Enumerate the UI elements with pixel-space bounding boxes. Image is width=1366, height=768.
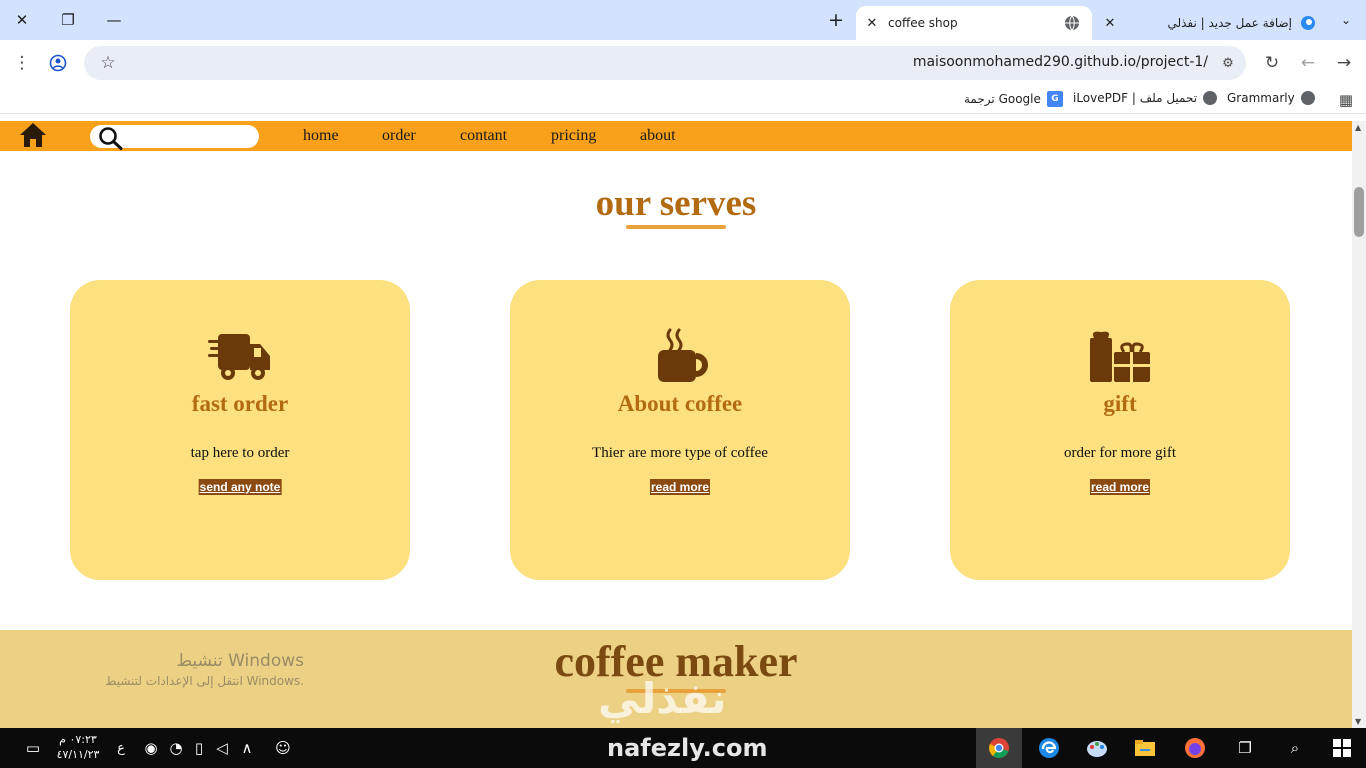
site-settings-icon[interactable]: ⚙	[1216, 51, 1240, 75]
nav-link-pricing[interactable]: pricing	[551, 127, 596, 145]
send-note-button[interactable]: send any note	[198, 479, 282, 495]
taskbar-clock[interactable]: ٠٧:٢٣ م ٤٧/١١/٢٣	[56, 732, 100, 762]
tab-coffee-shop[interactable]: ✕ coffee shop	[856, 6, 1092, 40]
clock-date: ٤٧/١١/٢٣	[56, 748, 100, 761]
service-card-about-coffee: About coffee Thier are more type of coff…	[510, 280, 850, 580]
reload-icon[interactable]: ↻	[1260, 51, 1284, 75]
gift-icon	[1090, 331, 1150, 382]
card-description: tap here to order	[190, 445, 290, 461]
window-restore-icon[interactable]: ❐	[56, 8, 80, 32]
clock-time: ٠٧:٢٣ م	[59, 733, 97, 746]
card-description: Thier are more type of coffee	[592, 445, 768, 461]
read-more-button[interactable]: read more	[1089, 479, 1151, 495]
bookmark-label: Grammarly	[1227, 91, 1295, 105]
window-close-icon[interactable]: ✕	[10, 8, 34, 32]
globe-icon	[1300, 91, 1315, 105]
nav-link-home[interactable]: home	[303, 127, 339, 145]
bookmarks-bar: ▦ Grammarly iLovePDF | تحميل ملف ترجمة G…	[0, 86, 1366, 114]
chrome-icon[interactable]	[988, 737, 1010, 759]
battery-icon[interactable]: ▯	[188, 737, 210, 759]
windows-start-icon[interactable]	[1331, 737, 1353, 759]
globe-icon	[1203, 91, 1218, 105]
tab-close-icon[interactable]: ✕	[1102, 15, 1118, 31]
wifi-icon[interactable]: ◔	[165, 737, 187, 759]
serves-title-underline	[626, 225, 726, 229]
bookmark-star-icon[interactable]: ☆	[96, 51, 120, 75]
tab-nafezly[interactable]: ✕ إضافة عمل جديد | نفذلي	[1100, 6, 1326, 40]
volume-icon[interactable]: ◁	[211, 737, 233, 759]
menu-dots-icon[interactable]: ⋮	[10, 51, 34, 75]
page-viewport: home order contant pricing about our ser…	[0, 114, 1352, 728]
globe-icon	[1065, 15, 1079, 31]
google-translate-icon: G	[1046, 91, 1063, 107]
edge-icon[interactable]	[1038, 737, 1060, 759]
coffee-mug-icon	[658, 328, 708, 382]
search-icon[interactable]	[98, 126, 124, 150]
paint-icon[interactable]	[1086, 737, 1108, 759]
notifications-icon[interactable]: ▭	[22, 737, 44, 759]
browser-toolbar: ⋮ ☆ maisoonmohamed290.github.io/project-…	[0, 40, 1366, 86]
tab-title: إضافة عمل جديد | نفذلي	[1167, 16, 1292, 30]
address-bar[interactable]: ☆ maisoonmohamed290.github.io/project-1/…	[84, 46, 1246, 80]
watermark-title: تنشيط Windows	[176, 651, 304, 671]
nav-link-about[interactable]: about	[640, 127, 676, 145]
bookmark-ilovepdf[interactable]: iLovePDF | تحميل ملف	[1073, 91, 1218, 105]
tab-title: coffee shop	[888, 16, 958, 30]
nav-link-contant[interactable]: contant	[460, 127, 507, 145]
service-card-gift: gift order for more gift read more	[950, 280, 1290, 580]
card-title: About coffee	[617, 391, 743, 416]
tab-close-icon[interactable]: ✕	[864, 15, 880, 31]
windows-taskbar: ▭ ٠٧:٢٣ م ٤٧/١١/٢٣ ع ◉ ◔ ▯ ◁ ∧ ☺ nafezly…	[0, 728, 1366, 768]
nafezly-url-watermark: nafezly.com	[607, 734, 768, 762]
nafezly-favicon-icon	[1301, 16, 1315, 30]
card-title: gift	[1103, 391, 1137, 416]
nafezly-arabic-watermark: نفذلي	[598, 674, 727, 723]
page-scrollbar[interactable]: ▲ ▼	[1352, 121, 1366, 728]
scroll-up-icon[interactable]: ▲	[1355, 123, 1361, 132]
url-text: maisoonmohamed290.github.io/project-1/	[912, 54, 1208, 70]
tray-chevron-icon[interactable]: ∧	[236, 737, 258, 759]
service-card-fast-order: fast order tap here to order send any no…	[70, 280, 410, 580]
file-explorer-icon[interactable]	[1134, 737, 1156, 759]
watermark-subtitle: انتقل إلى الإعدادات لتنشيط Windows.	[105, 674, 304, 688]
scroll-down-icon[interactable]: ▼	[1355, 717, 1361, 726]
read-more-button[interactable]: read more	[649, 479, 711, 495]
card-title: fast order	[191, 391, 289, 416]
people-icon[interactable]: ☺	[272, 737, 294, 759]
search-taskbar-icon[interactable]: ⌕	[1284, 737, 1306, 759]
profile-icon[interactable]	[46, 51, 70, 75]
input-language[interactable]: ع	[110, 737, 132, 759]
browser-tab-strip: ✕ ❐ — + ✕ coffee shop ✕ إضافة عمل جديد |…	[0, 0, 1366, 40]
bookmark-grammarly[interactable]: Grammarly	[1227, 91, 1315, 105]
bookmark-label: iLovePDF | تحميل ملف	[1073, 91, 1198, 105]
task-view-icon[interactable]: ❐	[1234, 737, 1256, 759]
nav-link-order[interactable]: order	[382, 127, 416, 145]
window-minimize-icon[interactable]: —	[102, 8, 126, 32]
apps-grid-icon[interactable]: ▦	[1334, 88, 1358, 112]
scrollbar-thumb[interactable]	[1354, 187, 1364, 237]
serves-title: our serves	[595, 183, 757, 224]
home-icon[interactable]	[19, 122, 47, 148]
bookmark-google-translate[interactable]: ترجمة Google G	[964, 91, 1063, 107]
back-icon[interactable]: →	[1332, 51, 1356, 75]
site-navbar: home order contant pricing about	[0, 121, 1352, 151]
card-description: order for more gift	[1063, 445, 1177, 461]
windows-activation-watermark: تنشيط Windows انتقل إلى الإعدادات لتنشيط…	[68, 651, 304, 688]
firefox-icon[interactable]	[1184, 737, 1206, 759]
bookmark-label: ترجمة Google	[964, 92, 1041, 106]
truck-fast-icon	[208, 334, 270, 380]
tab-search-chevron-icon[interactable]: ⌄	[1334, 8, 1358, 32]
search-input[interactable]	[90, 125, 259, 150]
forward-icon[interactable]: ←	[1296, 51, 1320, 75]
edge-tray-icon[interactable]: ◉	[140, 737, 162, 759]
new-tab-icon[interactable]: +	[824, 8, 848, 32]
